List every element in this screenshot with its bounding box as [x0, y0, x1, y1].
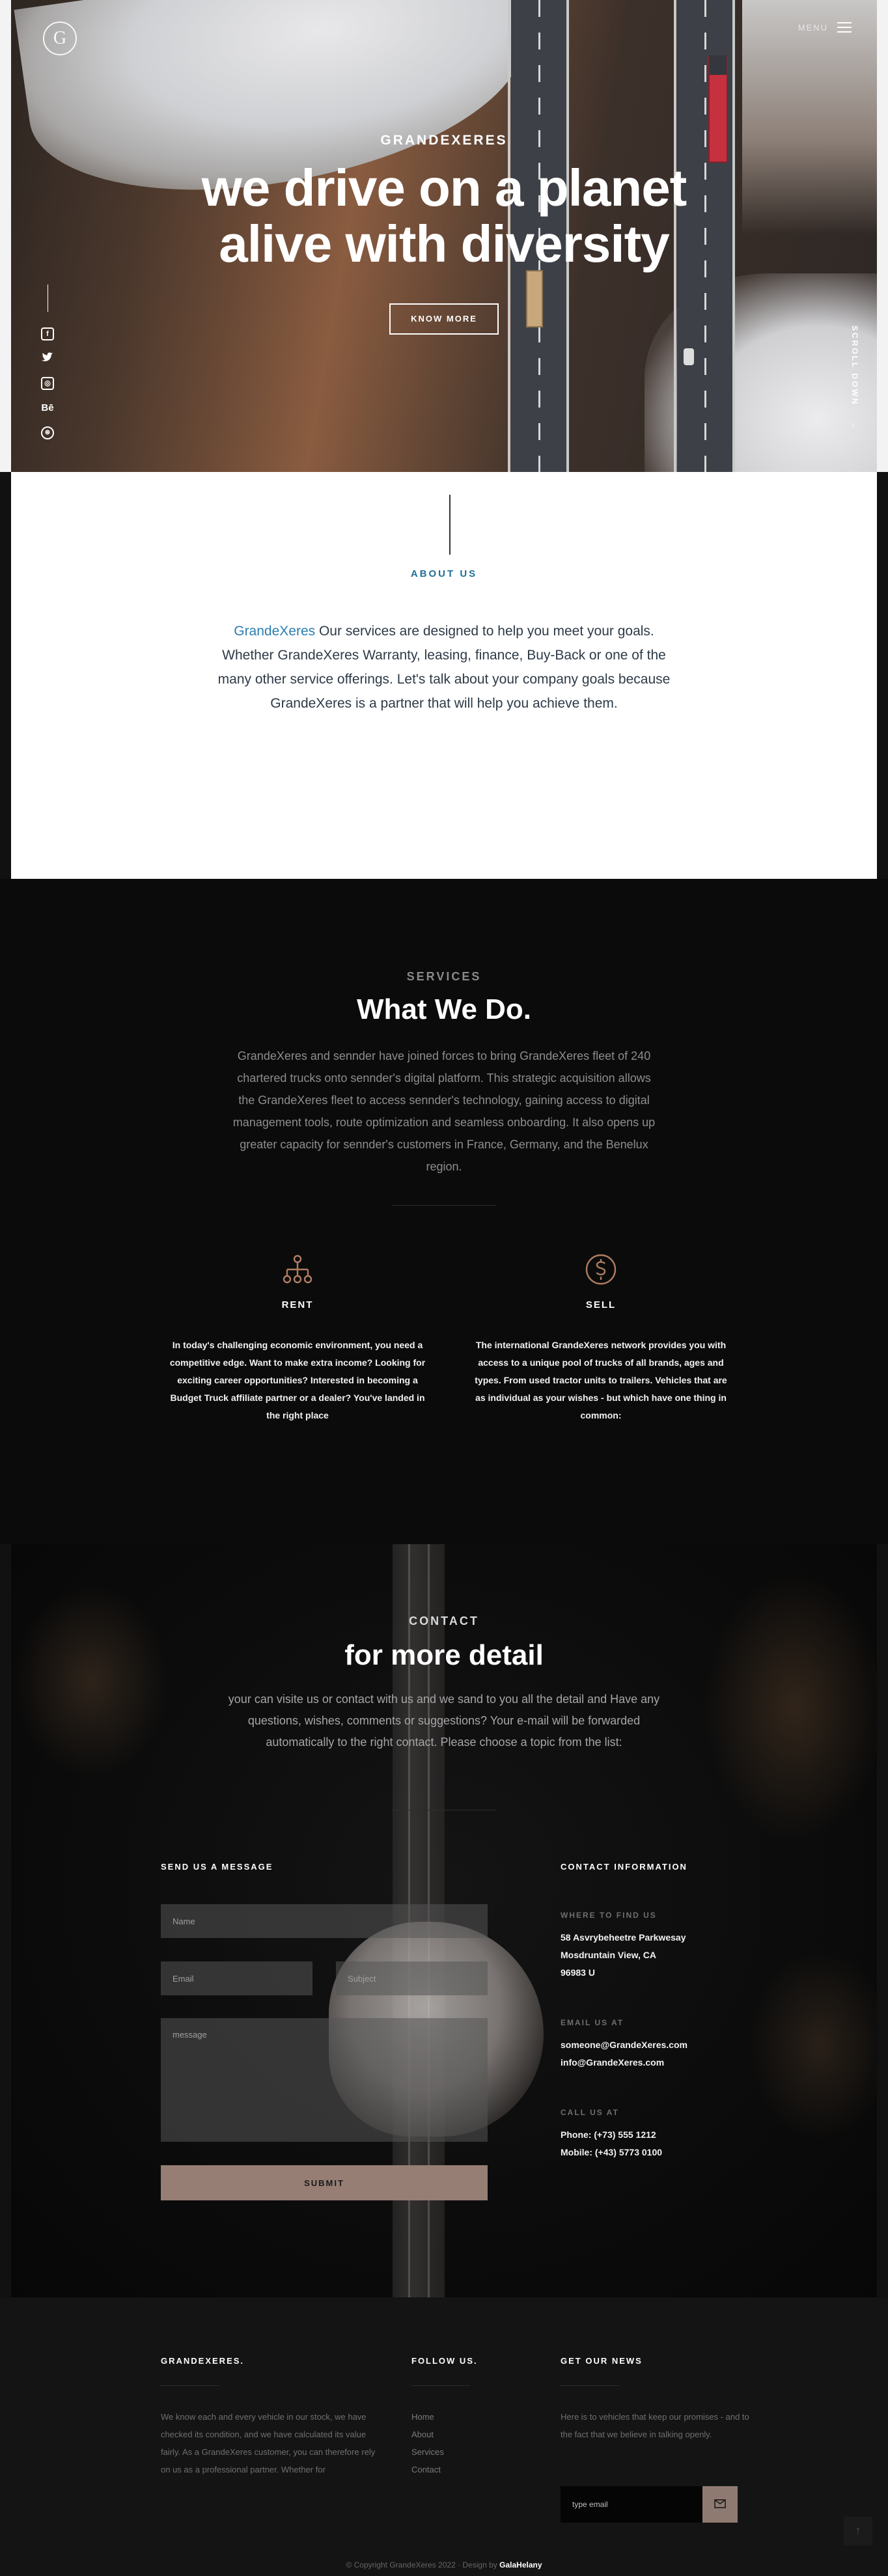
footer-links: Home About Services Contact	[411, 2408, 516, 2478]
contact-bg-texture	[13, 1583, 169, 1779]
address-line: Mosdruntain View, CA	[561, 1950, 657, 1960]
logo-letter: G	[53, 28, 67, 48]
services-title: What We Do.	[356, 993, 532, 1025]
menu-label: MENU	[798, 22, 828, 33]
footer-news-text: Here is to vehicles that keep our promis…	[561, 2412, 749, 2439]
footer-divider	[561, 2385, 619, 2386]
footer-about: GRANDEXERES. We know each and every vehi…	[161, 2356, 382, 2478]
hero-title-line1: we drive on a planet	[201, 159, 687, 217]
service-rent: RENT In today's challenging economic env…	[167, 1250, 428, 1424]
email-field[interactable]	[161, 1961, 312, 1995]
copyright-text: © Copyright GrandeXeres 2022	[346, 2560, 456, 2569]
site-logo[interactable]: G	[43, 21, 77, 55]
social-links: f ◎ Bē ⊛	[40, 284, 55, 451]
hero-title: we drive on a planet alive with diversit…	[0, 160, 888, 272]
services-eyebrow: SERVICES	[406, 970, 482, 983]
hamburger-icon	[837, 22, 852, 33]
email-label: EMAIL US AT	[561, 2018, 624, 2027]
about-section: ABOUT US GrandeXeres Our services are de…	[0, 472, 888, 879]
scroll-down-link[interactable]: SCROLL DOWN →	[850, 325, 859, 430]
know-more-button[interactable]: KNOW MORE	[389, 303, 499, 335]
submit-button[interactable]: SUBMIT	[161, 2165, 488, 2200]
services-section: SERVICES What We Do. GrandeXeres and sen…	[0, 879, 888, 1544]
footer-link-services[interactable]: Services	[411, 2443, 516, 2461]
footer-about-text: We know each and every vehicle in our st…	[161, 2412, 376, 2474]
footer-follow-title: FOLLOW US.	[411, 2356, 478, 2366]
footer: GRANDEXERES. We know each and every vehi…	[0, 2297, 888, 2576]
dribbble-icon[interactable]: ⊛	[41, 426, 54, 439]
facebook-icon[interactable]: f	[41, 327, 54, 340]
twitter-icon[interactable]	[41, 352, 54, 365]
design-by-label: Design by	[462, 2560, 497, 2569]
footer-link-about[interactable]: About	[411, 2426, 516, 2443]
footer-newsletter: GET OUR NEWS Here is to vehicles that ke…	[561, 2356, 756, 2443]
mobile-number[interactable]: Mobile: (+43) 5773 0100	[561, 2144, 743, 2161]
phone-number[interactable]: Phone: (+73) 555 1212	[561, 2126, 743, 2144]
menu-button[interactable]: MENU	[798, 22, 852, 33]
footer-divider	[411, 2385, 470, 2386]
newsletter-submit-button[interactable]	[702, 2486, 738, 2523]
service-rent-title: RENT	[281, 1299, 314, 1310]
envelope-icon	[714, 2499, 726, 2508]
footer-link-home[interactable]: Home	[411, 2408, 516, 2426]
about-divider-line	[449, 495, 451, 555]
hero-content: GRANDEXERES we drive on a planet alive w…	[0, 133, 888, 335]
footer-about-title: GRANDEXERES.	[161, 2356, 245, 2366]
contact-title: for more detail	[344, 1639, 544, 1671]
about-label: ABOUT US	[410, 568, 478, 579]
copyright: © Copyright GrandeXeres 2022 · Design by…	[0, 2560, 888, 2569]
service-rent-text: In today's challenging economic environm…	[169, 1340, 426, 1420]
address-line: 58 Asvrybeheetre Parkwesay	[561, 1932, 686, 1943]
hero-section: G MENU GRANDEXERES we drive on a planet …	[0, 0, 888, 472]
address: 58 Asvrybeheetre Parkwesay Mosdruntain V…	[561, 1929, 743, 1982]
emails: someone@GrandeXeres.com info@GrandeXeres…	[561, 2036, 743, 2071]
phones: Phone: (+73) 555 1212 Mobile: (+43) 5773…	[561, 2126, 743, 2161]
designer-link[interactable]: GalaHelany	[499, 2560, 542, 2569]
newsletter-email-input[interactable]	[561, 2486, 702, 2523]
service-sell-text: The international GrandeXeres network pr…	[475, 1340, 727, 1420]
name-field[interactable]	[161, 1904, 488, 1938]
instagram-icon[interactable]: ◎	[41, 377, 54, 390]
subject-field[interactable]	[336, 1961, 488, 1995]
contact-lead: your can visite us or contact with us an…	[228, 1693, 660, 1749]
back-to-top-button[interactable]: ↑	[844, 2517, 872, 2545]
message-field[interactable]	[161, 2018, 488, 2142]
contact-bg-texture	[703, 1570, 885, 1844]
hero-car	[684, 348, 694, 365]
footer-follow: FOLLOW US. Home About Services Contact	[411, 2356, 516, 2478]
address-line: 96983 U	[561, 1967, 595, 1978]
service-sell: SELL The international GrandeXeres netwo…	[471, 1250, 731, 1424]
form-title: SEND US A MESSAGE	[161, 1862, 273, 1872]
footer-link-contact[interactable]: Contact	[411, 2461, 516, 2478]
address-label: WHERE TO FIND US	[561, 1911, 657, 1920]
hero-truck-cab	[710, 55, 727, 75]
call-label: CALL US AT	[561, 2108, 619, 2117]
page-frame-right	[877, 472, 888, 879]
hero-title-line2: alive with diversity	[219, 215, 669, 273]
about-text: GrandeXeres Our services are designed to…	[208, 619, 680, 715]
arrow-down-icon: →	[850, 420, 859, 430]
copyright-separator: ·	[455, 2560, 463, 2569]
hierarchy-icon	[278, 1250, 317, 1289]
footer-news-title: GET OUR NEWS	[561, 2356, 643, 2366]
about-brand-link[interactable]: GrandeXeres	[234, 624, 315, 639]
contact-bg-texture	[749, 1948, 888, 2143]
contact-information: CONTACT INFORMATION WHERE TO FIND US 58 …	[561, 1862, 743, 2161]
newsletter-form	[561, 2486, 738, 2523]
services-divider	[392, 1205, 496, 1206]
footer-divider	[161, 2385, 219, 2386]
dollar-coin-icon	[581, 1250, 620, 1289]
email-link[interactable]: info@GrandeXeres.com	[561, 2054, 743, 2071]
contact-info-title: CONTACT INFORMATION	[561, 1862, 687, 1872]
contact-eyebrow: CONTACT	[409, 1614, 479, 1627]
service-sell-title: SELL	[585, 1299, 617, 1310]
scroll-down-label: SCROLL DOWN	[850, 325, 859, 406]
page-frame-left	[0, 472, 11, 879]
services-lead: GrandeXeres and sennder have joined forc…	[232, 1049, 656, 1173]
email-link[interactable]: someone@GrandeXeres.com	[561, 2036, 743, 2054]
behance-icon[interactable]: Bē	[41, 402, 54, 415]
hero-brand: GRANDEXERES	[380, 133, 508, 148]
contact-section: CONTACT for more detail your can visite …	[0, 1544, 888, 2297]
